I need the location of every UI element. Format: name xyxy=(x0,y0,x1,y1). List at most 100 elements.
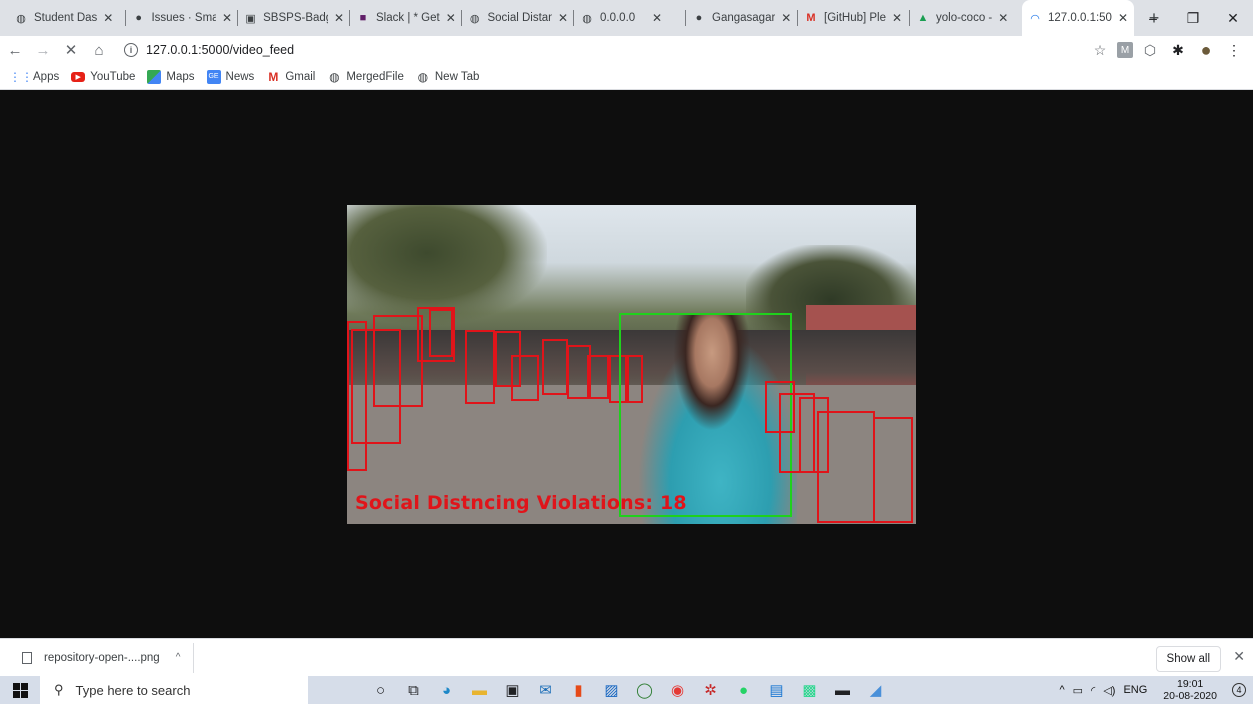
tab-video-feed[interactable]: ◠ 127.0.0.1:50 ✕ xyxy=(1022,0,1134,36)
chevron-up-icon[interactable]: ^ xyxy=(1059,684,1064,697)
violation-box xyxy=(542,339,568,395)
close-tab-icon[interactable]: ✕ xyxy=(892,11,902,25)
tab-0000[interactable]: ◍ 0.0.0.0 ✕ xyxy=(574,0,686,36)
cortana-icon[interactable]: ○ xyxy=(364,676,397,704)
close-tab-icon[interactable]: ✕ xyxy=(222,11,232,25)
tab-title: 127.0.0.1:50 xyxy=(1048,12,1112,24)
close-tab-icon[interactable]: ✕ xyxy=(1118,11,1128,25)
bookmark-label: YouTube xyxy=(90,70,136,83)
tab-slack[interactable]: ■ Slack | * Get ✕ xyxy=(350,0,462,36)
notifications-icon[interactable]: 4 xyxy=(1225,683,1253,697)
chrome-icon[interactable]: ◉ xyxy=(661,676,694,704)
site-info-icon[interactable]: i xyxy=(124,43,138,57)
tab-gangasagar[interactable]: ● Gangasagar ✕ xyxy=(686,0,798,36)
notes-icon[interactable]: ◢ xyxy=(859,676,892,704)
bookmarks-bar: ⋮⋮ Apps ▶ YouTube Maps GE News M Gmail ◍… xyxy=(0,64,1253,90)
profile-avatar-icon[interactable]: ● xyxy=(1195,39,1217,61)
calendar-icon[interactable]: ▤ xyxy=(760,676,793,704)
bookmark-news[interactable]: GE News xyxy=(206,69,254,84)
bookmark-label: MergedFile xyxy=(346,70,404,83)
task-view-icon[interactable]: ⧉ xyxy=(397,676,430,704)
globe-icon: ◍ xyxy=(16,12,26,25)
file-explorer-icon[interactable]: ▬ xyxy=(463,676,496,704)
globe-icon: ◍ xyxy=(329,69,340,84)
maximize-button[interactable]: ❐ xyxy=(1173,0,1213,36)
url-text[interactable]: 127.0.0.1:5000/video_feed xyxy=(146,43,294,57)
address-bar[interactable]: i 127.0.0.1:5000/video_feed xyxy=(118,38,1078,62)
tab-social-distance[interactable]: ◍ Social Distan ✕ xyxy=(462,0,574,36)
close-tab-icon[interactable]: ✕ xyxy=(781,11,791,25)
forward-button[interactable]: → xyxy=(30,37,56,63)
close-tab-icon[interactable]: ✕ xyxy=(652,11,662,25)
close-window-button[interactable]: ✕ xyxy=(1213,0,1253,36)
bookmark-mergedfile[interactable]: ◍ MergedFile xyxy=(327,70,404,84)
extensions-area: ☆ M ⬡ ✱ ● ⋮ xyxy=(1089,36,1245,64)
close-download-bar-icon[interactable]: ✕ xyxy=(1233,648,1245,665)
start-button[interactable] xyxy=(0,676,40,704)
tab-strip: ◍ Student Das ✕ ● Issues · Sma ✕ ▣ SBSPS… xyxy=(0,0,1253,36)
bookmark-gmail[interactable]: M Gmail xyxy=(266,70,315,84)
chevron-up-icon[interactable]: ^ xyxy=(176,652,181,663)
download-item[interactable]: repository-open-....png ^ xyxy=(0,642,194,673)
maps-icon xyxy=(147,69,162,84)
tab-student-dashboard[interactable]: ◍ Student Das ✕ xyxy=(8,0,126,36)
tab-title: 0.0.0.0 xyxy=(600,12,636,24)
tab-title: Social Distan xyxy=(487,12,552,24)
bookmark-label: Apps xyxy=(33,70,60,83)
stop-button[interactable]: ✕ xyxy=(58,37,84,63)
minimize-button[interactable]: – xyxy=(1133,0,1173,36)
tab-yolo-coco[interactable]: ▲ yolo-coco - ✕ xyxy=(910,0,1022,36)
language-indicator[interactable]: ENG xyxy=(1123,684,1147,697)
globe-icon: ◍ xyxy=(417,69,429,84)
show-all-button[interactable]: Show all xyxy=(1155,646,1221,672)
store-icon[interactable]: ▣ xyxy=(496,676,529,704)
close-tab-icon[interactable]: ✕ xyxy=(446,11,456,25)
menu-kebab-icon[interactable]: ⋮ xyxy=(1223,39,1245,61)
close-tab-icon[interactable]: ✕ xyxy=(998,11,1008,25)
bookmark-apps[interactable]: ⋮⋮ Apps xyxy=(9,70,60,84)
tabs: ◍ Student Das ✕ ● Issues · Sma ✕ ▣ SBSPS… xyxy=(0,0,1168,36)
battery-icon[interactable]: ▭ xyxy=(1073,684,1083,697)
page-content: Social Distncing Violations: 18 xyxy=(0,90,1253,638)
tab-issues[interactable]: ● Issues · Sma ✕ xyxy=(126,0,238,36)
bookmark-label: Maps xyxy=(166,70,195,83)
office-icon[interactable]: ▮ xyxy=(562,676,595,704)
youtube-icon: ▶ xyxy=(71,71,86,82)
globe-icon: ◍ xyxy=(469,12,480,25)
bookmark-new-tab[interactable]: ◍ New Tab xyxy=(416,70,480,84)
clock[interactable]: 19:01 20-08-2020 xyxy=(1163,678,1217,702)
video-feed: Social Distncing Violations: 18 xyxy=(347,205,916,524)
wifi-icon[interactable]: ◜ xyxy=(1091,684,1095,697)
tab-title: [GitHub] Ple xyxy=(824,12,886,24)
edge-icon[interactable]: ◕ xyxy=(430,676,463,704)
terminal-icon[interactable]: ▬ xyxy=(826,676,859,704)
app-icon[interactable]: ✲ xyxy=(694,676,727,704)
close-tab-icon[interactable]: ✕ xyxy=(103,11,113,25)
extensions-puzzle-icon[interactable]: ✱ xyxy=(1167,39,1189,61)
bookmark-youtube[interactable]: ▶ YouTube xyxy=(71,71,135,83)
photos-icon[interactable]: ▨ xyxy=(595,676,628,704)
circle-app-icon[interactable]: ◯ xyxy=(628,676,661,704)
extension-m-icon[interactable]: M xyxy=(1117,42,1133,58)
drive-icon: ▲ xyxy=(917,12,929,24)
volume-icon[interactable]: ◁) xyxy=(1103,684,1115,697)
search-placeholder: Type here to search xyxy=(75,682,191,698)
github-icon: ● xyxy=(695,12,703,24)
bookmark-maps[interactable]: Maps xyxy=(147,69,195,84)
browser-toolbar: ← → ✕ ⌂ i 127.0.0.1:5000/video_feed ☆ M … xyxy=(0,36,1253,64)
pycharm-icon[interactable]: ▩ xyxy=(793,676,826,704)
home-button[interactable]: ⌂ xyxy=(86,37,112,63)
bookmark-star-icon[interactable]: ☆ xyxy=(1089,39,1111,61)
mail-icon[interactable]: ✉ xyxy=(529,676,562,704)
taskbar-search[interactable]: ⚲ Type here to search xyxy=(40,676,308,704)
back-button[interactable]: ← xyxy=(2,37,28,63)
whatsapp-icon[interactable]: ● xyxy=(727,676,760,704)
tab-github-gmail[interactable]: M [GitHub] Ple ✕ xyxy=(798,0,910,36)
news-icon: GE xyxy=(206,69,221,84)
extension-shield-icon[interactable]: ⬡ xyxy=(1139,39,1161,61)
taskbar-apps: ○ ⧉ ◕ ▬ ▣ ✉ ▮ ▨ ◯ ◉ ✲ ● ▤ ▩ ▬ ◢ xyxy=(364,676,892,704)
close-tab-icon[interactable]: ✕ xyxy=(334,11,344,25)
close-tab-icon[interactable]: ✕ xyxy=(558,11,568,25)
tab-sbsps[interactable]: ▣ SBSPS-Badg ✕ xyxy=(238,0,350,36)
violation-box xyxy=(817,411,875,523)
